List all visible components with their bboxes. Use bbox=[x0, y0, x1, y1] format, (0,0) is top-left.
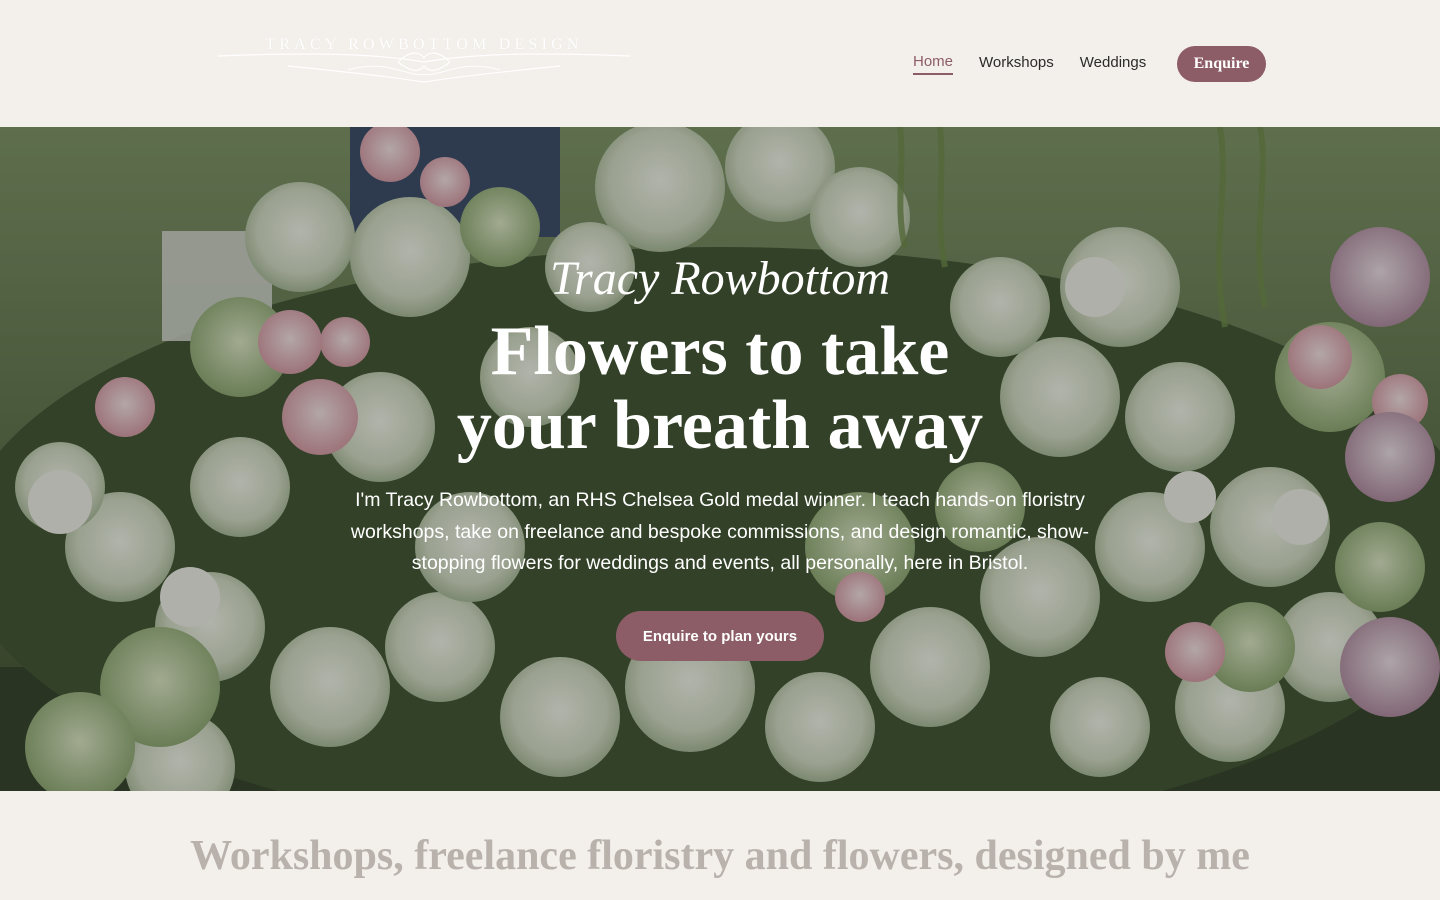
logo[interactable]: TRACY ROWBOTTOM DESIGN bbox=[198, 34, 650, 86]
hero-title-line2: your breath away bbox=[456, 387, 984, 464]
section-heading: Workshops, freelance floristry and flowe… bbox=[190, 833, 1250, 879]
logo-flourish-icon bbox=[217, 52, 631, 83]
nav-weddings[interactable]: Weddings bbox=[1080, 54, 1146, 74]
hero-title: Flowers to take your breath away bbox=[0, 315, 1440, 463]
site-header: TRACY ROWBOTTOM DESIGN Home Workshops We… bbox=[0, 0, 1440, 127]
nav-home[interactable]: Home bbox=[913, 53, 954, 75]
enquire-button[interactable]: Enquire bbox=[1177, 46, 1266, 82]
enquire-plan-button[interactable]: Enquire to plan yours bbox=[616, 611, 824, 661]
hero-title-line1: Flowers to take bbox=[490, 313, 950, 390]
nav-workshops[interactable]: Workshops bbox=[979, 54, 1054, 74]
main-nav: Home Workshops Weddings bbox=[913, 46, 1172, 82]
hero-section: Tracy Rowbottom Flowers to take your bre… bbox=[0, 127, 1440, 791]
hero-description: I'm Tracy Rowbottom, an RHS Chelsea Gold… bbox=[350, 489, 1090, 574]
hero-script-name: Tracy Rowbottom bbox=[549, 252, 890, 305]
